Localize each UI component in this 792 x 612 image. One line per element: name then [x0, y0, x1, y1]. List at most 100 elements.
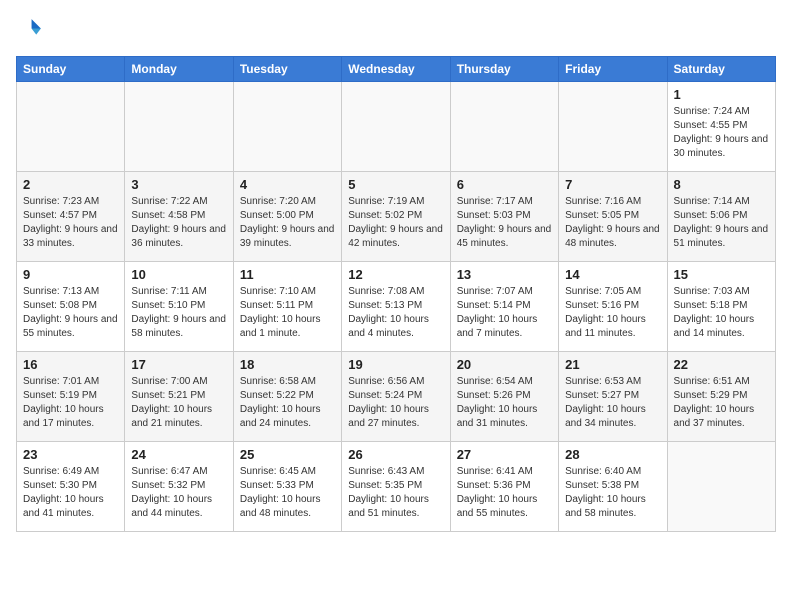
day-info: Sunrise: 7:19 AM Sunset: 5:02 PM Dayligh…	[348, 195, 443, 251]
calendar-cell: 27 Sunrise: 6:41 AM Sunset: 5:36 PM Dayli…	[450, 442, 558, 532]
day-number: 7	[565, 177, 660, 192]
day-info: Sunrise: 7:00 AM Sunset: 5:21 PM Dayligh…	[131, 375, 226, 431]
calendar-table: SundayMondayTuesdayWednesdayThursdayFrid…	[16, 56, 776, 532]
weekday-header-sunday: Sunday	[17, 57, 125, 82]
day-number: 3	[131, 177, 226, 192]
day-info: Sunrise: 6:45 AM Sunset: 5:33 PM Dayligh…	[240, 465, 335, 521]
day-number: 8	[674, 177, 769, 192]
day-info: Sunrise: 7:23 AM Sunset: 4:57 PM Dayligh…	[23, 195, 118, 251]
calendar-cell: 2 Sunrise: 7:23 AM Sunset: 4:57 PM Daylig…	[17, 172, 125, 262]
calendar-cell: 18 Sunrise: 6:58 AM Sunset: 5:22 PM Dayli…	[233, 352, 341, 442]
day-number: 22	[674, 357, 769, 372]
weekday-header-wednesday: Wednesday	[342, 57, 450, 82]
day-number: 9	[23, 267, 118, 282]
day-info: Sunrise: 6:43 AM Sunset: 5:35 PM Dayligh…	[348, 465, 443, 521]
day-info: Sunrise: 7:08 AM Sunset: 5:13 PM Dayligh…	[348, 285, 443, 341]
day-number: 6	[457, 177, 552, 192]
day-info: Sunrise: 7:07 AM Sunset: 5:14 PM Dayligh…	[457, 285, 552, 341]
calendar-cell	[559, 82, 667, 172]
calendar-cell: 8 Sunrise: 7:14 AM Sunset: 5:06 PM Daylig…	[667, 172, 775, 262]
calendar-cell: 21 Sunrise: 6:53 AM Sunset: 5:27 PM Dayli…	[559, 352, 667, 442]
day-number: 23	[23, 447, 118, 462]
calendar-cell: 17 Sunrise: 7:00 AM Sunset: 5:21 PM Dayli…	[125, 352, 233, 442]
day-number: 25	[240, 447, 335, 462]
day-info: Sunrise: 7:14 AM Sunset: 5:06 PM Dayligh…	[674, 195, 769, 251]
calendar-cell	[342, 82, 450, 172]
day-number: 16	[23, 357, 118, 372]
calendar-cell: 11 Sunrise: 7:10 AM Sunset: 5:11 PM Dayli…	[233, 262, 341, 352]
day-info: Sunrise: 6:49 AM Sunset: 5:30 PM Dayligh…	[23, 465, 118, 521]
calendar-cell: 3 Sunrise: 7:22 AM Sunset: 4:58 PM Daylig…	[125, 172, 233, 262]
day-info: Sunrise: 7:13 AM Sunset: 5:08 PM Dayligh…	[23, 285, 118, 341]
calendar-cell: 25 Sunrise: 6:45 AM Sunset: 5:33 PM Dayli…	[233, 442, 341, 532]
day-number: 26	[348, 447, 443, 462]
day-number: 4	[240, 177, 335, 192]
day-number: 17	[131, 357, 226, 372]
day-info: Sunrise: 7:05 AM Sunset: 5:16 PM Dayligh…	[565, 285, 660, 341]
day-number: 11	[240, 267, 335, 282]
day-info: Sunrise: 7:22 AM Sunset: 4:58 PM Dayligh…	[131, 195, 226, 251]
day-number: 20	[457, 357, 552, 372]
calendar-cell: 15 Sunrise: 7:03 AM Sunset: 5:18 PM Dayli…	[667, 262, 775, 352]
calendar-cell	[233, 82, 341, 172]
weekday-header-monday: Monday	[125, 57, 233, 82]
day-info: Sunrise: 7:10 AM Sunset: 5:11 PM Dayligh…	[240, 285, 335, 341]
day-info: Sunrise: 6:51 AM Sunset: 5:29 PM Dayligh…	[674, 375, 769, 431]
day-info: Sunrise: 6:54 AM Sunset: 5:26 PM Dayligh…	[457, 375, 552, 431]
day-number: 18	[240, 357, 335, 372]
day-number: 19	[348, 357, 443, 372]
calendar-cell: 22 Sunrise: 6:51 AM Sunset: 5:29 PM Dayli…	[667, 352, 775, 442]
calendar-cell: 12 Sunrise: 7:08 AM Sunset: 5:13 PM Dayli…	[342, 262, 450, 352]
day-info: Sunrise: 7:03 AM Sunset: 5:18 PM Dayligh…	[674, 285, 769, 341]
day-number: 2	[23, 177, 118, 192]
day-info: Sunrise: 7:01 AM Sunset: 5:19 PM Dayligh…	[23, 375, 118, 431]
day-info: Sunrise: 6:47 AM Sunset: 5:32 PM Dayligh…	[131, 465, 226, 521]
day-number: 1	[674, 87, 769, 102]
day-info: Sunrise: 6:53 AM Sunset: 5:27 PM Dayligh…	[565, 375, 660, 431]
day-info: Sunrise: 6:58 AM Sunset: 5:22 PM Dayligh…	[240, 375, 335, 431]
calendar-cell: 24 Sunrise: 6:47 AM Sunset: 5:32 PM Dayli…	[125, 442, 233, 532]
day-info: Sunrise: 7:24 AM Sunset: 4:55 PM Dayligh…	[674, 105, 769, 161]
day-number: 13	[457, 267, 552, 282]
weekday-header-tuesday: Tuesday	[233, 57, 341, 82]
calendar-cell: 4 Sunrise: 7:20 AM Sunset: 5:00 PM Daylig…	[233, 172, 341, 262]
day-info: Sunrise: 7:11 AM Sunset: 5:10 PM Dayligh…	[131, 285, 226, 341]
day-number: 27	[457, 447, 552, 462]
calendar-cell	[125, 82, 233, 172]
weekday-header-saturday: Saturday	[667, 57, 775, 82]
day-number: 21	[565, 357, 660, 372]
weekday-header-friday: Friday	[559, 57, 667, 82]
day-info: Sunrise: 6:56 AM Sunset: 5:24 PM Dayligh…	[348, 375, 443, 431]
calendar-cell: 1 Sunrise: 7:24 AM Sunset: 4:55 PM Daylig…	[667, 82, 775, 172]
day-number: 5	[348, 177, 443, 192]
calendar-cell: 9 Sunrise: 7:13 AM Sunset: 5:08 PM Daylig…	[17, 262, 125, 352]
page-header	[16, 16, 776, 44]
day-info: Sunrise: 7:20 AM Sunset: 5:00 PM Dayligh…	[240, 195, 335, 251]
calendar-cell	[450, 82, 558, 172]
day-number: 12	[348, 267, 443, 282]
calendar-cell: 7 Sunrise: 7:16 AM Sunset: 5:05 PM Daylig…	[559, 172, 667, 262]
day-info: Sunrise: 6:40 AM Sunset: 5:38 PM Dayligh…	[565, 465, 660, 521]
logo-icon	[16, 16, 44, 44]
calendar-cell	[17, 82, 125, 172]
day-info: Sunrise: 6:41 AM Sunset: 5:36 PM Dayligh…	[457, 465, 552, 521]
calendar-cell	[667, 442, 775, 532]
day-number: 28	[565, 447, 660, 462]
day-number: 15	[674, 267, 769, 282]
logo	[16, 16, 48, 44]
calendar-cell: 19 Sunrise: 6:56 AM Sunset: 5:24 PM Dayli…	[342, 352, 450, 442]
day-info: Sunrise: 7:17 AM Sunset: 5:03 PM Dayligh…	[457, 195, 552, 251]
calendar-cell: 10 Sunrise: 7:11 AM Sunset: 5:10 PM Dayli…	[125, 262, 233, 352]
calendar-cell: 23 Sunrise: 6:49 AM Sunset: 5:30 PM Dayli…	[17, 442, 125, 532]
calendar-cell: 5 Sunrise: 7:19 AM Sunset: 5:02 PM Daylig…	[342, 172, 450, 262]
day-number: 14	[565, 267, 660, 282]
calendar-cell: 20 Sunrise: 6:54 AM Sunset: 5:26 PM Dayli…	[450, 352, 558, 442]
calendar-cell: 16 Sunrise: 7:01 AM Sunset: 5:19 PM Dayli…	[17, 352, 125, 442]
weekday-header-thursday: Thursday	[450, 57, 558, 82]
calendar-cell: 28 Sunrise: 6:40 AM Sunset: 5:38 PM Dayli…	[559, 442, 667, 532]
calendar-cell: 6 Sunrise: 7:17 AM Sunset: 5:03 PM Daylig…	[450, 172, 558, 262]
day-number: 10	[131, 267, 226, 282]
day-info: Sunrise: 7:16 AM Sunset: 5:05 PM Dayligh…	[565, 195, 660, 251]
calendar-cell: 13 Sunrise: 7:07 AM Sunset: 5:14 PM Dayli…	[450, 262, 558, 352]
day-number: 24	[131, 447, 226, 462]
